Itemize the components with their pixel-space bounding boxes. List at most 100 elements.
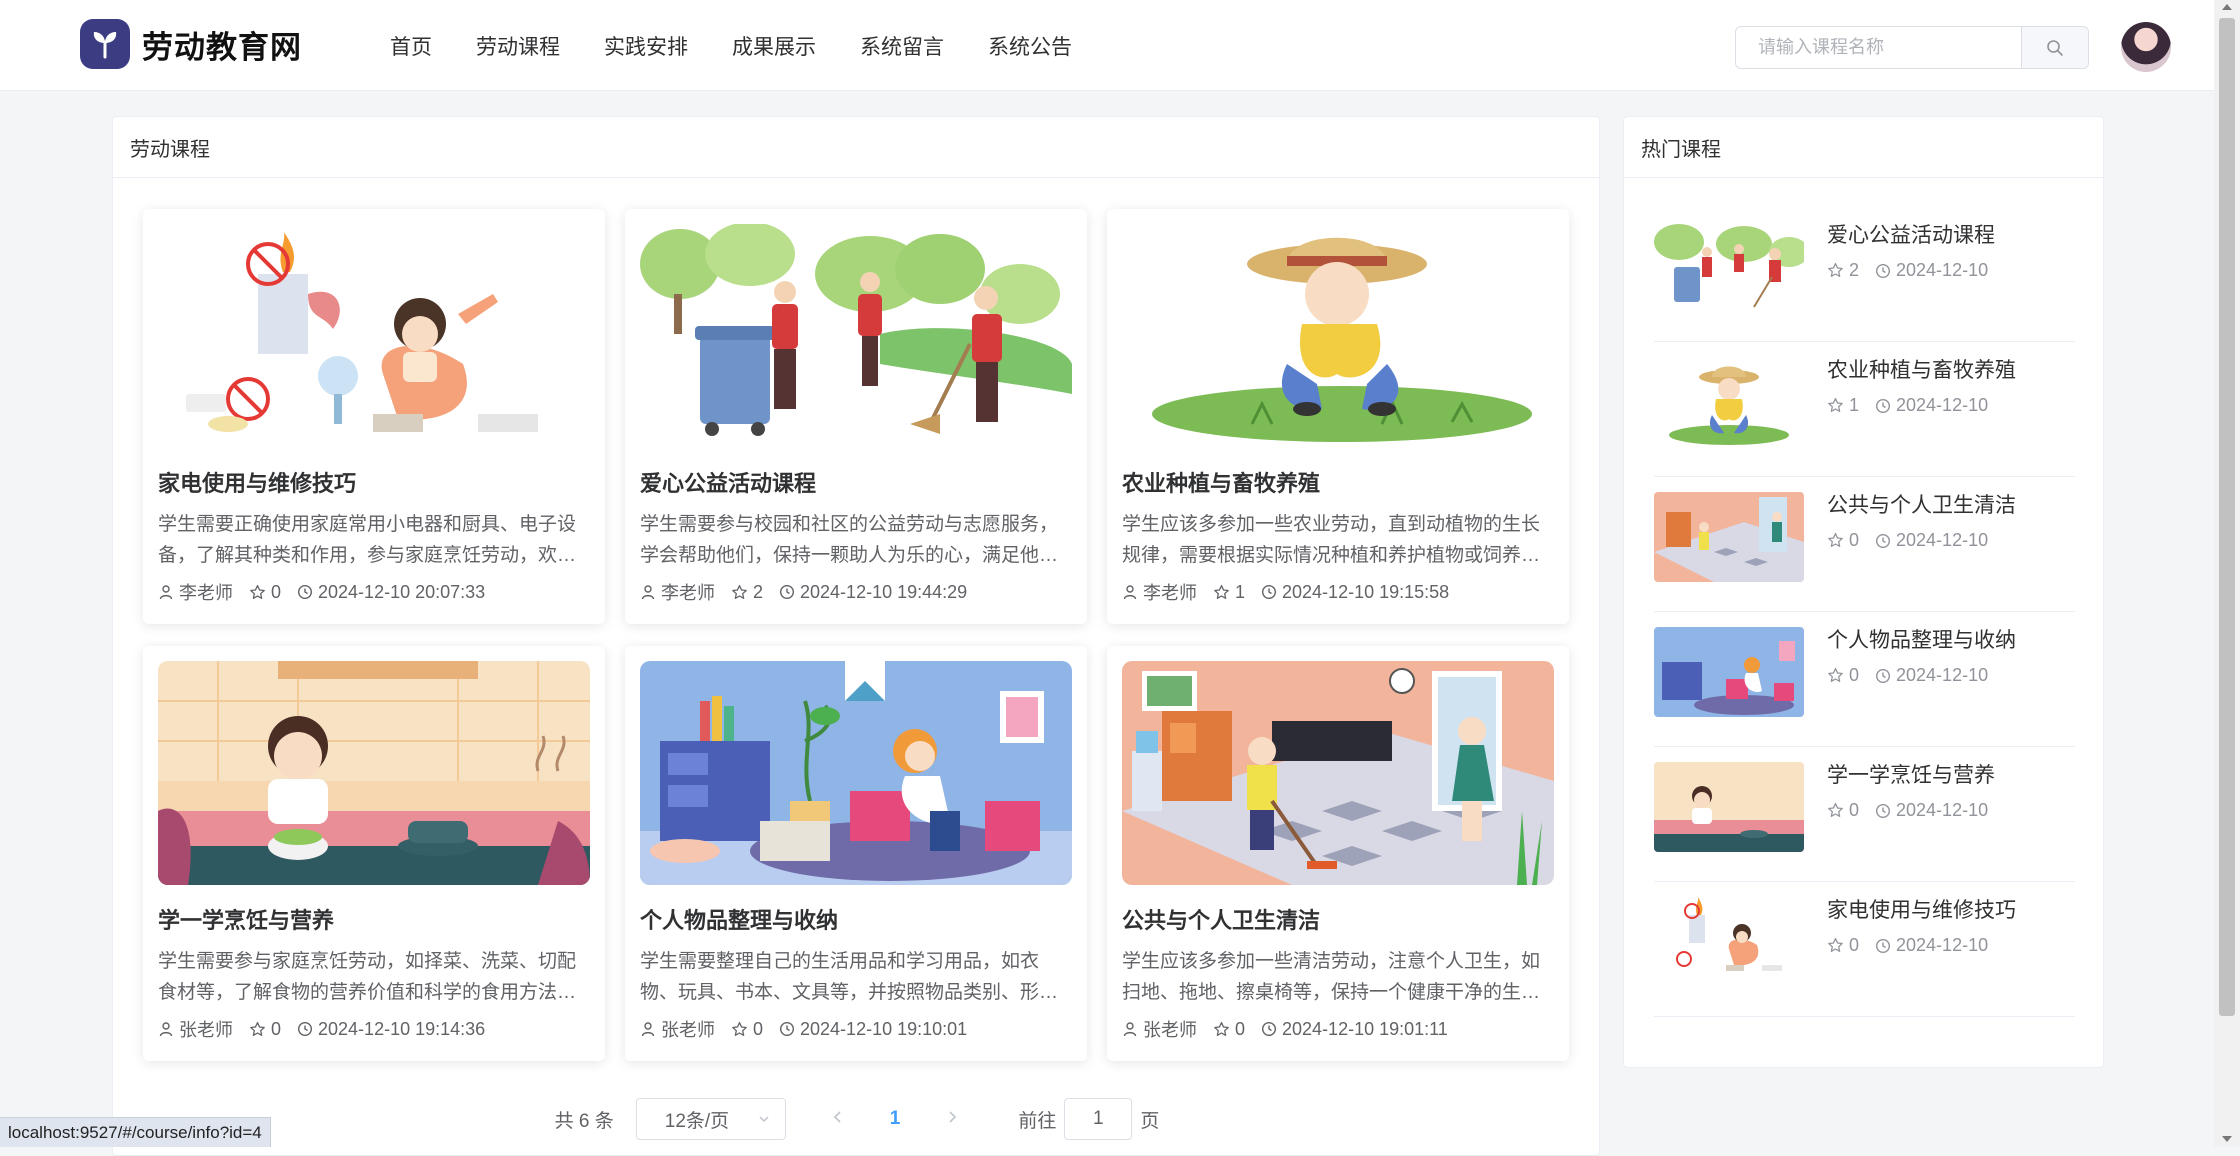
course-card[interactable]: 公共与个人卫生清洁 学生应该多参加一些清洁劳动，注意个人卫生，如扫地、拖地、擦桌… — [1107, 646, 1569, 1061]
star-icon — [1828, 667, 1843, 682]
hot-course-item[interactable]: 个人物品整理与收纳 0 2024-12-10 — [1654, 612, 2075, 747]
goto-prefix: 前往 — [1018, 1110, 1057, 1132]
nav-item-home[interactable]: 首页 — [390, 31, 432, 61]
course-description: 学生需要正确使用家庭常用小电器和厨具、电子设备，了解其种类和作用，参与家庭烹饪劳… — [158, 514, 577, 566]
star-icon — [732, 1021, 747, 1036]
hot-course-thumbnail — [1654, 492, 1804, 582]
course-title: 爱心公益活动课程 — [640, 471, 817, 496]
page-size-select[interactable]: 12条/页 — [635, 1098, 786, 1140]
course-author: 李老师 — [179, 583, 233, 603]
hot-course-stars: 2 — [1849, 260, 1860, 280]
course-description: 学生应该多参加一些农业劳动，直到动植物的生长规律，需要根据实际情况种植和养护植物… — [1122, 514, 1541, 566]
clock-icon — [298, 584, 313, 600]
scrollbar-thumb[interactable] — [2219, 18, 2235, 1016]
clock-icon — [1876, 803, 1891, 818]
hot-course-item[interactable]: 农业种植与畜牧养殖 1 2024-12-10 — [1654, 342, 2075, 477]
goto-page-input[interactable] — [1064, 1098, 1133, 1140]
course-title: 公共与个人卫生清洁 — [1122, 908, 1321, 933]
hot-course-date: 2024-12-10 — [1896, 665, 1989, 685]
course-panel: 劳动课程 家电使用与维修技巧 学生需要正确使用家庭常用小电器和厨具、电子设备，了… — [112, 116, 1600, 1156]
course-card[interactable]: 家电使用与维修技巧 学生需要正确使用家庭常用小电器和厨具、电子设备，了解其种类和… — [143, 209, 605, 624]
hot-course-item[interactable]: 学一学烹饪与营养 0 2024-12-10 — [1654, 747, 2075, 882]
clock-icon — [1262, 584, 1277, 600]
chevron-left-icon — [833, 1111, 841, 1123]
course-author: 张老师 — [661, 1020, 715, 1040]
user-avatar[interactable] — [2121, 22, 2171, 72]
nav-item-courses[interactable]: 劳动课程 — [476, 31, 560, 61]
hot-course-stars: 1 — [1849, 395, 1860, 415]
clock-icon — [1262, 1021, 1277, 1037]
course-card[interactable]: 学一学烹饪与营养 学生需要参与家庭烹饪劳动，如择菜、洗菜、切配食材等，了解食物的… — [143, 646, 605, 1061]
hot-course-stars: 0 — [1849, 665, 1860, 685]
user-icon — [641, 585, 655, 600]
course-image — [158, 661, 590, 885]
course-author: 张老师 — [1143, 1020, 1197, 1040]
course-panel-title: 劳动课程 — [113, 117, 1599, 178]
hot-course-item[interactable]: 家电使用与维修技巧 0 2024-12-10 — [1654, 882, 2075, 1017]
course-image — [640, 661, 1072, 885]
course-meta: 张老师 0 2024-12-10 19:10:01 — [640, 1016, 1072, 1042]
course-stars: 2 — [753, 581, 764, 602]
course-description: 学生需要参与家庭烹饪劳动，如择菜、洗菜、切配食材等，了解食物的营养价值和科学的食… — [158, 951, 577, 1003]
course-title: 农业种植与畜牧养殖 — [1122, 471, 1321, 496]
page-scrollbar[interactable] — [2214, 0, 2240, 1147]
course-author: 李老师 — [1143, 583, 1197, 603]
search-button[interactable] — [2021, 27, 2088, 68]
hot-course-title: 农业种植与畜牧养殖 — [1827, 359, 2016, 382]
course-meta: 李老师 2 2024-12-10 19:44:29 — [640, 579, 1072, 605]
chevron-right-icon — [949, 1111, 957, 1123]
hot-course-date: 2024-12-10 — [1896, 260, 1989, 280]
hot-course-thumbnail — [1654, 222, 1804, 312]
nav-item-messages[interactable]: 系统留言 — [860, 31, 944, 61]
star-icon — [1828, 397, 1843, 412]
site-logo[interactable]: 劳动教育网 — [80, 19, 302, 69]
hot-course-item[interactable]: 公共与个人卫生清洁 0 2024-12-10 — [1654, 477, 2075, 612]
course-author: 李老师 — [661, 583, 715, 603]
scroll-down-arrow-icon[interactable] — [2222, 1136, 2232, 1142]
star-icon — [250, 1021, 265, 1036]
course-grid: 家电使用与维修技巧 学生需要正确使用家庭常用小电器和厨具、电子设备，了解其种类和… — [143, 209, 1569, 1061]
nav-item-announcements[interactable]: 系统公告 — [988, 31, 1072, 61]
clock-icon — [1876, 263, 1891, 278]
top-header: 劳动教育网 首页 劳动课程 实践安排 成果展示 系统留言 系统公告 — [0, 0, 2214, 91]
heart-leaf-icon — [80, 19, 130, 69]
star-icon — [1214, 1021, 1229, 1036]
hot-course-meta: 0 2024-12-10 — [1827, 530, 2004, 551]
clock-icon — [1876, 398, 1891, 413]
prev-page-button[interactable] — [828, 1108, 848, 1130]
course-card[interactable]: 爱心公益活动课程 学生需要参与校园和社区的公益劳动与志愿服务，学会帮助他们，保持… — [625, 209, 1087, 624]
course-time: 2024-12-10 19:44:29 — [800, 581, 968, 602]
hot-course-meta: 0 2024-12-10 — [1827, 800, 2004, 821]
course-time: 2024-12-10 19:15:58 — [1282, 581, 1450, 602]
clock-icon — [780, 584, 795, 600]
page-number-current[interactable]: 1 — [890, 1108, 901, 1130]
hot-course-title: 个人物品整理与收纳 — [1827, 629, 2016, 652]
nav-item-showcase[interactable]: 成果展示 — [732, 31, 816, 61]
nav-item-practice[interactable]: 实践安排 — [604, 31, 688, 61]
course-description: 学生需要整理自己的生活用品和学习用品，如衣物、玩具、书本、文具等，并按照物品类别… — [640, 951, 1059, 1003]
user-icon — [1123, 1022, 1137, 1037]
main-nav: 首页 劳动课程 实践安排 成果展示 系统留言 系统公告 — [390, 0, 1116, 91]
course-card[interactable]: 农业种植与畜牧养殖 学生应该多参加一些农业劳动，直到动植物的生长规律，需要根据实… — [1107, 209, 1569, 624]
course-meta: 张老师 0 2024-12-10 19:14:36 — [158, 1016, 590, 1042]
clock-icon — [780, 1021, 795, 1037]
hot-course-meta: 0 2024-12-10 — [1827, 935, 2004, 956]
search-input[interactable] — [1736, 27, 2021, 68]
course-image — [1122, 661, 1554, 885]
course-stars: 1 — [1235, 581, 1246, 602]
course-meta: 李老师 0 2024-12-10 20:07:33 — [158, 579, 590, 605]
course-description: 学生需要参与校园和社区的公益劳动与志愿服务，学会帮助他们，保持一颗助人为乐的心，… — [640, 514, 1059, 566]
pagination: 共 6 条 12条/页 1 前往 页 — [113, 1097, 1601, 1141]
user-icon — [641, 1022, 655, 1037]
hot-course-item[interactable]: 爱心公益活动课程 2 2024-12-10 — [1654, 207, 2075, 342]
star-icon — [1828, 262, 1843, 277]
chevron-down-icon — [759, 1116, 769, 1123]
hot-course-meta: 1 2024-12-10 — [1827, 395, 2004, 416]
next-page-button[interactable] — [942, 1108, 962, 1130]
course-card[interactable]: 个人物品整理与收纳 学生需要整理自己的生活用品和学习用品，如衣物、玩具、书本、文… — [625, 646, 1087, 1061]
course-image — [158, 224, 590, 448]
course-time: 2024-12-10 19:10:01 — [800, 1018, 968, 1039]
page-jumper: 前往 页 — [1018, 1098, 1159, 1140]
course-description: 学生应该多参加一些清洁劳动，注意个人卫生，如扫地、拖地、擦桌椅等，保持一个健康干… — [1122, 951, 1541, 1003]
scroll-up-arrow-icon[interactable] — [2222, 4, 2232, 10]
